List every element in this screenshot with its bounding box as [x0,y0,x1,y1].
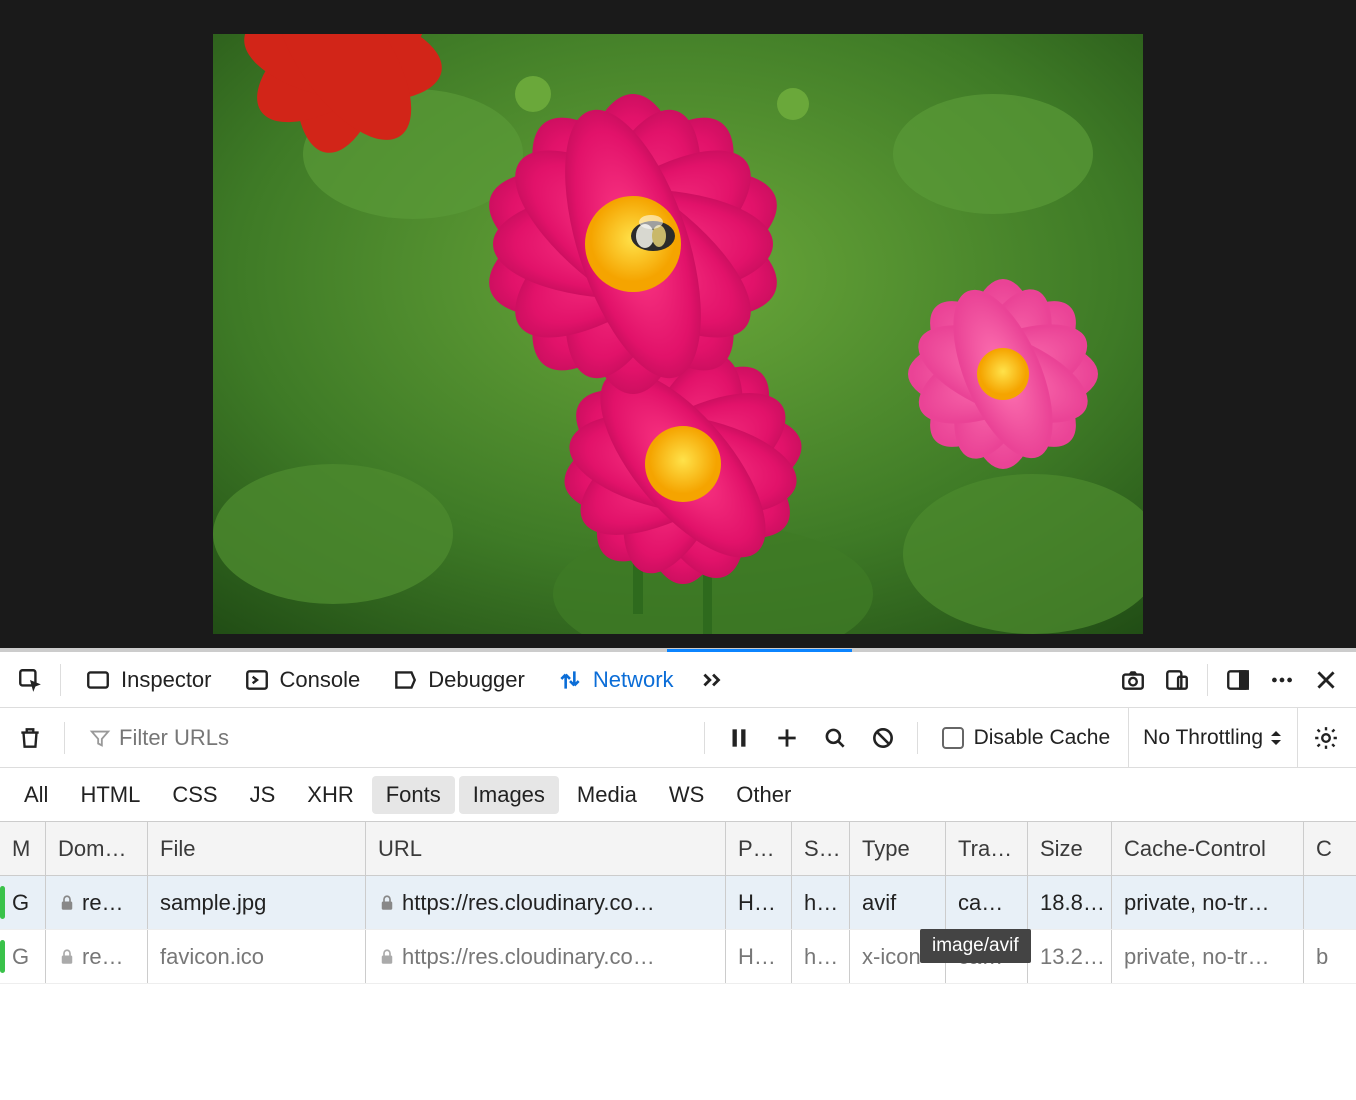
search-button[interactable] [815,718,855,758]
cell-file: sample.jpg [148,876,366,929]
lock-icon [378,948,396,966]
block-button[interactable] [863,718,903,758]
col-url[interactable]: URL [366,822,726,875]
tab-console-label: Console [280,667,361,693]
tab-network-label: Network [593,667,674,693]
cell-rest: b [1304,930,1356,983]
overflow-tabs-button[interactable] [692,660,732,700]
disable-cache-label: Disable Cache [974,726,1111,750]
table-header: M Dom… File URL P… S… Type Tra… Size Cac… [0,822,1356,876]
cell-transferred: ca… [946,876,1028,929]
filter-placeholder: Filter URLs [119,725,229,751]
tab-network[interactable]: Network [543,659,688,701]
lock-icon [58,948,76,966]
cell-protocol: H… [726,876,792,929]
filter-js[interactable]: JS [236,776,290,814]
type-filter-row: All HTML CSS JS XHR Fonts Images Media W… [0,768,1356,822]
cell-domain: re… [46,930,148,983]
col-transferred[interactable]: Tra… [946,822,1028,875]
table-row[interactable]: G re… sample.jpg https://res.cloudinary.… [0,876,1356,930]
filter-html[interactable]: HTML [66,776,154,814]
col-status[interactable]: S… [792,822,850,875]
filter-all[interactable]: All [10,776,62,814]
status-indicator [0,886,5,919]
col-domain[interactable]: Dom… [46,822,148,875]
settings-button[interactable] [1306,718,1346,758]
filter-images[interactable]: Images [459,776,559,814]
screenshot-button[interactable] [1113,660,1153,700]
status-indicator [0,940,5,973]
filter-media[interactable]: Media [563,776,651,814]
cell-cache-control: private, no-tr… [1112,876,1304,929]
image-preview-area [0,0,1356,648]
cell-size: 13.2… [1028,930,1112,983]
cell-type: avif [850,876,946,929]
cell-rest [1304,876,1356,929]
cell-file: favicon.ico [148,930,366,983]
more-button[interactable] [1262,660,1302,700]
preview-image [213,34,1143,634]
filter-other[interactable]: Other [722,776,805,814]
disable-cache-toggle[interactable]: Disable Cache [932,726,1121,750]
pick-element-button[interactable] [10,660,50,700]
cell-method: G [0,930,46,983]
cell-protocol: H… [726,930,792,983]
cell-cache-control: private, no-tr… [1112,930,1304,983]
lock-icon [58,894,76,912]
col-cache-control[interactable]: Cache-Control [1112,822,1304,875]
cell-status: h… [792,930,850,983]
devtools-panel: Inspector Console Debugger Network [0,648,1356,984]
tab-debugger-label: Debugger [428,667,525,693]
disable-cache-checkbox[interactable] [942,727,964,749]
table-row[interactable]: G re… favicon.ico https://res.cloudinary… [0,930,1356,984]
dock-button[interactable] [1218,660,1258,700]
requests-table: M Dom… File URL P… S… Type Tra… Size Cac… [0,822,1356,984]
filter-fonts[interactable]: Fonts [372,776,455,814]
tab-console[interactable]: Console [230,659,375,701]
col-rest[interactable]: C [1304,822,1356,875]
throttling-value: No Throttling [1143,726,1263,750]
cell-method: G [0,876,46,929]
network-toolbar: Filter URLs Disable Cache No Throttling [0,708,1356,768]
clear-button[interactable] [10,718,50,758]
close-devtools-button[interactable] [1306,660,1346,700]
cell-size: 18.8… [1028,876,1112,929]
col-size[interactable]: Size [1028,822,1112,875]
cell-status: h… [792,876,850,929]
add-button[interactable] [767,718,807,758]
cell-domain: re… [46,876,148,929]
col-file[interactable]: File [148,822,366,875]
cell-url: https://res.cloudinary.co… [366,930,726,983]
col-protocol[interactable]: P… [726,822,792,875]
active-tab-indicator [667,649,852,652]
cell-url: https://res.cloudinary.co… [366,876,726,929]
filter-ws[interactable]: WS [655,776,718,814]
col-method[interactable]: M [0,822,46,875]
throttling-select[interactable]: No Throttling [1128,708,1298,767]
col-type[interactable]: Type [850,822,946,875]
lock-icon [378,894,396,912]
responsive-design-button[interactable] [1157,660,1197,700]
tab-inspector[interactable]: Inspector [71,659,226,701]
type-tooltip: image/avif [920,929,1031,963]
pause-button[interactable] [719,718,759,758]
filter-css[interactable]: CSS [158,776,231,814]
tab-inspector-label: Inspector [121,667,212,693]
filter-urls-input[interactable]: Filter URLs [79,725,690,751]
filter-xhr[interactable]: XHR [293,776,367,814]
tab-debugger[interactable]: Debugger [378,659,539,701]
devtools-tab-strip: Inspector Console Debugger Network [0,652,1356,708]
